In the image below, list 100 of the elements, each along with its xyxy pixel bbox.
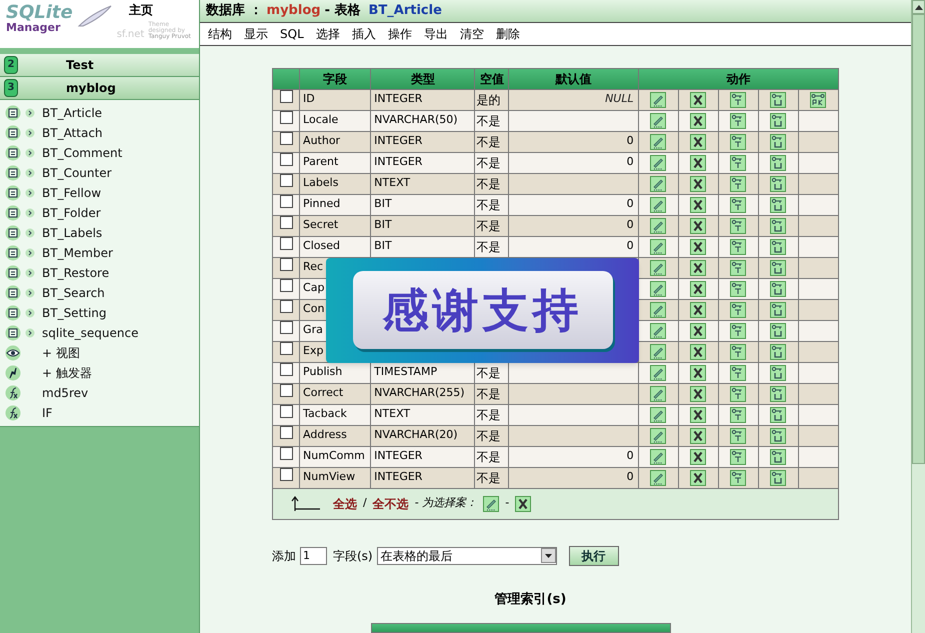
pencil-icon[interactable] [650, 428, 666, 444]
sidebar-item[interactable]: BT_Folder [42, 204, 101, 222]
database-header[interactable]: 2 Test [0, 54, 199, 77]
home-link[interactable]: 主页 [129, 4, 153, 16]
key-pair-icon[interactable] [770, 386, 786, 402]
pencil-icon[interactable] [650, 154, 666, 170]
key-icon[interactable] [730, 364, 746, 380]
checkbox[interactable] [280, 279, 293, 292]
cross-icon[interactable] [515, 496, 532, 512]
key-pair-icon[interactable] [770, 322, 786, 338]
key-pair-icon[interactable] [770, 428, 786, 444]
menu-tab[interactable]: 选择 [316, 24, 340, 43]
sidebar-item[interactable]: + 视图 [42, 344, 80, 362]
cross-icon[interactable] [690, 406, 706, 422]
sidebar-item[interactable]: IF [42, 404, 52, 422]
checkbox[interactable] [280, 216, 293, 230]
pencil-icon[interactable] [650, 218, 666, 234]
select-all-link[interactable]: 全选 [333, 494, 357, 512]
pencil-icon[interactable] [650, 386, 666, 402]
pencil-icon[interactable] [650, 112, 666, 128]
sidebar-item[interactable]: sqlite_sequence [42, 324, 138, 342]
key-pair-icon[interactable] [770, 364, 786, 380]
cross-icon[interactable] [690, 386, 706, 402]
cross-icon[interactable] [690, 280, 706, 296]
key-icon[interactable] [730, 386, 746, 402]
pencil-icon[interactable] [650, 406, 666, 422]
key-icon[interactable] [730, 322, 746, 338]
cross-icon[interactable] [690, 448, 706, 464]
sidebar-item[interactable]: md5rev [42, 384, 88, 402]
key-pair-icon[interactable] [770, 406, 786, 422]
cross-icon[interactable] [690, 428, 706, 444]
key-pair-icon[interactable] [770, 218, 786, 234]
key-pair-icon[interactable] [770, 154, 786, 170]
pencil-icon[interactable] [650, 364, 666, 380]
checkbox[interactable] [280, 300, 293, 314]
key-icon[interactable] [730, 470, 746, 486]
checkbox[interactable] [280, 405, 293, 418]
key-pair-icon[interactable] [770, 280, 786, 296]
sidebar-item[interactable]: BT_Setting [42, 304, 107, 322]
sidebar-item[interactable]: BT_Attach [42, 124, 103, 142]
checkbox[interactable] [280, 153, 293, 166]
key-icon[interactable] [730, 280, 746, 296]
cross-icon[interactable] [690, 92, 706, 108]
pencil-icon[interactable] [650, 470, 666, 486]
pencil-icon[interactable] [650, 196, 666, 212]
key-icon[interactable] [730, 344, 746, 360]
menu-tab[interactable]: 显示 [244, 24, 268, 43]
checkbox[interactable] [280, 195, 293, 208]
key-icon[interactable] [730, 196, 746, 212]
checkbox[interactable] [280, 90, 293, 104]
cross-icon[interactable] [690, 134, 706, 150]
pencil-icon[interactable] [650, 238, 666, 254]
cross-icon[interactable] [690, 344, 706, 360]
select-none-link[interactable]: 全不选 [372, 494, 409, 512]
key-icon[interactable] [730, 92, 746, 108]
cross-icon[interactable] [690, 364, 706, 380]
pencil-icon[interactable] [650, 322, 666, 338]
sidebar-item[interactable]: BT_Search [42, 284, 105, 302]
cross-icon[interactable] [690, 260, 706, 276]
key-pair-icon[interactable] [770, 112, 786, 128]
key-icon[interactable] [730, 238, 746, 254]
checkbox[interactable] [280, 426, 293, 440]
key-pair-icon[interactable] [770, 238, 786, 254]
pencil-icon[interactable] [650, 92, 666, 108]
pencil-icon[interactable] [650, 176, 666, 192]
checkbox[interactable] [280, 363, 293, 376]
cross-icon[interactable] [690, 322, 706, 338]
cross-icon[interactable] [690, 302, 706, 318]
count-field[interactable]: 1 [300, 546, 327, 564]
double-key-icon[interactable] [810, 92, 826, 108]
key-icon[interactable] [730, 218, 746, 234]
pencil-icon[interactable] [650, 302, 666, 318]
checkbox[interactable] [280, 384, 293, 398]
menu-tab[interactable]: 清空 [460, 24, 484, 43]
pencil-icon[interactable] [483, 496, 500, 512]
menu-tab[interactable]: 结构 [208, 24, 232, 43]
key-pair-icon[interactable] [770, 196, 786, 212]
menu-tab[interactable]: 删除 [496, 24, 520, 43]
sidebar-item[interactable]: BT_Article [42, 104, 102, 122]
key-icon[interactable] [730, 448, 746, 464]
key-icon[interactable] [730, 176, 746, 192]
scroll-up-icon[interactable] [914, 4, 922, 10]
checkbox[interactable] [280, 342, 293, 356]
key-icon[interactable] [730, 134, 746, 150]
key-icon[interactable] [730, 302, 746, 318]
pencil-icon[interactable] [650, 134, 666, 150]
key-pair-icon[interactable] [770, 302, 786, 318]
menu-tab[interactable]: 插入 [352, 24, 376, 43]
position-dropdown[interactable]: 在表格的最后 [376, 546, 557, 564]
cross-icon[interactable] [690, 196, 706, 212]
key-icon[interactable] [730, 154, 746, 170]
key-pair-icon[interactable] [770, 448, 786, 464]
cross-icon[interactable] [690, 112, 706, 128]
cross-icon[interactable] [690, 154, 706, 170]
sidebar-item[interactable]: BT_Comment [42, 144, 122, 162]
menu-tab[interactable]: 导出 [424, 24, 448, 43]
scrollbar[interactable] [911, 0, 925, 633]
checkbox[interactable] [280, 321, 293, 334]
cross-icon[interactable] [690, 470, 706, 486]
sidebar-item[interactable]: BT_Member [42, 244, 113, 262]
